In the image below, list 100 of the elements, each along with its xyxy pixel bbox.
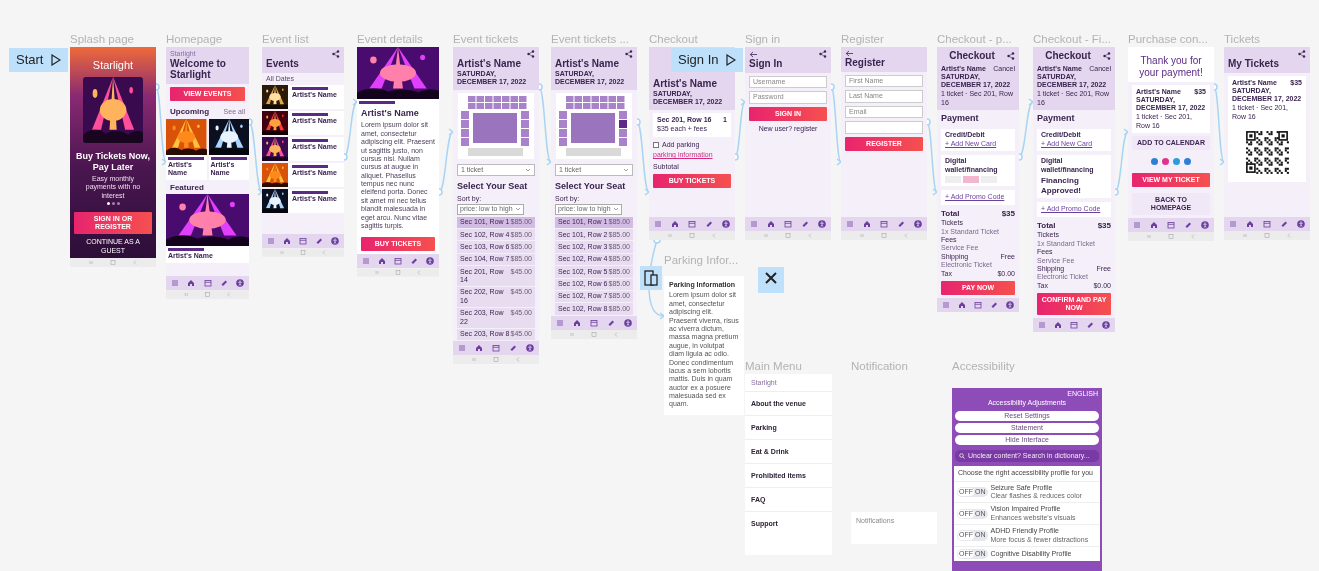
screen-title: My Tickets: [1228, 58, 1280, 69]
chevron-down-icon: [514, 207, 521, 212]
ticket-icon[interactable]: [410, 257, 418, 266]
calendar-icon[interactable]: [299, 237, 307, 245]
page-dot[interactable]: [106, 202, 110, 206]
accessibility-icon[interactable]: [426, 257, 434, 266]
share-icon[interactable]: [819, 50, 827, 58]
total-label: Total: [1037, 220, 1056, 231]
play-icon: [726, 53, 737, 66]
page-dot[interactable]: [116, 202, 120, 206]
ticket-icon[interactable]: [801, 220, 809, 228]
calendar-icon[interactable]: [880, 220, 888, 228]
home-icon[interactable]: [1054, 321, 1062, 330]
frame-label: Checkout - Fi...: [1033, 33, 1111, 46]
share-icon[interactable]: [1298, 50, 1306, 58]
calendar-icon[interactable]: [492, 343, 500, 352]
frame-label: Splash page: [70, 33, 134, 46]
accessibility-icon[interactable]: [1102, 321, 1110, 330]
page-dot[interactable]: [111, 202, 115, 206]
heading: Payment: [1036, 112, 1076, 126]
ticket-icon[interactable]: [1086, 321, 1094, 330]
home-icon[interactable]: [187, 279, 196, 287]
date-tag: [292, 87, 328, 91]
calendar-icon[interactable]: [394, 257, 402, 266]
accessibility-icon[interactable]: [914, 220, 922, 228]
calendar-icon[interactable]: [688, 220, 696, 228]
accessibility-icon[interactable]: [331, 237, 339, 245]
back-arrow-icon[interactable]: [749, 50, 758, 58]
social-icon[interactable]: [1162, 158, 1169, 166]
ticket-icon[interactable]: [1184, 221, 1192, 230]
date-tag: [168, 157, 204, 161]
ticket-icon[interactable]: [705, 220, 713, 228]
ticket-icon[interactable]: [607, 318, 615, 327]
share-icon[interactable]: [527, 50, 535, 58]
accessibility-icon[interactable]: [818, 220, 826, 228]
ticket-icon[interactable]: [990, 300, 998, 309]
back-arrow-icon[interactable]: [845, 50, 854, 57]
screen-title: Artist's Name: [555, 58, 621, 69]
frame-label: Homepage: [166, 33, 223, 46]
calendar-icon[interactable]: [1167, 221, 1175, 230]
date-tag: [292, 191, 328, 195]
section-title: Featured: [170, 182, 204, 193]
date-tag: [292, 165, 328, 169]
screen-title: Artist's Name: [653, 78, 719, 89]
calendar-icon[interactable]: [590, 318, 598, 327]
ticket-icon[interactable]: [219, 279, 228, 287]
calendar-icon[interactable]: [1070, 321, 1078, 330]
checkbox[interactable]: [653, 142, 659, 149]
date-tag: [292, 113, 328, 117]
home-icon[interactable]: [283, 237, 291, 245]
accessibility-icon[interactable]: [624, 318, 632, 327]
seat-map-drawing[interactable]: [458, 93, 534, 160]
seat-map-drawing[interactable]: [556, 93, 632, 160]
calendar-icon[interactable]: [203, 279, 212, 287]
social-icon[interactable]: [1184, 158, 1191, 166]
social-icon[interactable]: [1173, 158, 1180, 166]
accessibility-icon[interactable]: [1201, 221, 1209, 230]
screen-title: Artist's Name: [457, 58, 523, 69]
frame-label: Checkout: [649, 33, 698, 46]
overlay-badge[interactable]: [640, 266, 662, 290]
heading: Select Your Seat: [554, 180, 627, 194]
home-icon[interactable]: [671, 220, 679, 228]
home-icon[interactable]: [863, 220, 871, 228]
calendar-icon[interactable]: [974, 300, 982, 309]
calendar-icon[interactable]: [1263, 220, 1271, 228]
close-badge[interactable]: [758, 267, 784, 293]
social-icon[interactable]: [1151, 158, 1158, 166]
share-icon[interactable]: [332, 50, 340, 58]
play-icon: [51, 53, 62, 66]
home-icon[interactable]: [378, 257, 386, 266]
calendar-icon[interactable]: [784, 220, 792, 228]
frame-label: Notification: [851, 360, 908, 373]
share-icon[interactable]: [1007, 51, 1015, 60]
home-icon[interactable]: [573, 318, 581, 327]
total-value: $35: [1001, 208, 1015, 219]
date-tag: [210, 157, 247, 161]
ticket-icon[interactable]: [509, 343, 517, 352]
share-icon[interactable]: [625, 50, 633, 58]
home-icon[interactable]: [958, 300, 966, 309]
accessibility-icon[interactable]: [722, 220, 730, 228]
input-field[interactable]: [845, 121, 923, 134]
home-icon[interactable]: [1150, 221, 1158, 230]
home-icon[interactable]: [1246, 220, 1254, 228]
ticket-icon[interactable]: [315, 237, 323, 245]
accessibility-icon[interactable]: [1297, 220, 1305, 228]
chevron-down-icon: [612, 207, 619, 212]
chevron-down-icon: [623, 168, 629, 173]
accessibility-icon[interactable]: [526, 343, 534, 352]
accessibility-icon[interactable]: [236, 279, 244, 287]
status-text: Financing Approved!: [1041, 176, 1082, 196]
flow-start-badge[interactable]: Sign In: [671, 48, 744, 72]
home-icon[interactable]: [475, 343, 483, 352]
home-icon[interactable]: [767, 220, 775, 228]
heading: Payment: [940, 112, 980, 126]
ticket-icon[interactable]: [1280, 220, 1288, 228]
share-icon[interactable]: [1103, 51, 1111, 60]
heading: Select Your Seat: [456, 180, 529, 194]
flow-start-badge[interactable]: Start: [9, 48, 69, 72]
accessibility-icon[interactable]: [1006, 300, 1014, 309]
ticket-icon[interactable]: [897, 220, 905, 228]
